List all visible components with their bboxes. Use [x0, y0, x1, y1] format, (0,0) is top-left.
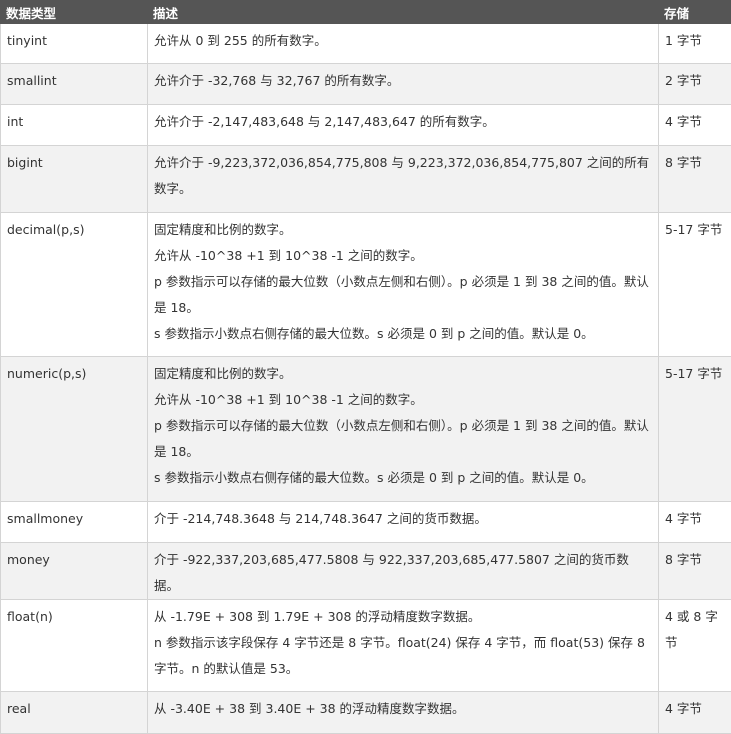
- table-row: bigint 允许介于 -9,223,372,036,854,775,808 与 …: [1, 146, 731, 213]
- storage-cell: 4 字节: [659, 105, 731, 146]
- description-cell: 固定精度和比例的数字。允许从 -10^38 +1 到 10^38 -1 之间的数…: [148, 357, 659, 502]
- description-line: s 参数指示小数点右侧存储的最大位数。s 必须是 0 到 p 之间的值。默认是 …: [154, 465, 653, 491]
- type-cell: int: [1, 105, 148, 146]
- type-cell: tinyint: [1, 24, 148, 64]
- table-row: numeric(p,s) 固定精度和比例的数字。允许从 -10^38 +1 到 1…: [1, 357, 731, 502]
- description-text: 从 -1.79E + 308 到 1.79E + 308 的浮动精度数字数据。n…: [154, 604, 653, 682]
- table-row: money 介于 -922,337,203,685,477.5808 与 922,…: [1, 543, 731, 600]
- type-text: money: [7, 547, 142, 573]
- type-text: smallmoney: [7, 506, 142, 532]
- storage-text: 8 字节: [665, 150, 726, 176]
- description-cell: 从 -1.79E + 308 到 1.79E + 308 的浮动精度数字数据。n…: [148, 600, 659, 692]
- storage-text: 2 字节: [665, 68, 726, 94]
- description-line: 允许介于 -32,768 与 32,767 的所有数字。: [154, 68, 653, 94]
- header-type: 数据类型: [1, 1, 148, 24]
- type-text: smallint: [7, 68, 142, 94]
- description-text: 从 -3.40E + 38 到 3.40E + 38 的浮动精度数字数据。: [154, 696, 653, 722]
- table-row: float(n) 从 -1.79E + 308 到 1.79E + 308 的浮动…: [1, 600, 731, 692]
- description-line: 允许从 -10^38 +1 到 10^38 -1 之间的数字。: [154, 387, 653, 413]
- description-text: 允许介于 -2,147,483,648 与 2,147,483,647 的所有数…: [154, 109, 653, 135]
- description-text: 介于 -214,748.3648 与 214,748.3647 之间的货币数据。: [154, 506, 653, 532]
- storage-cell: 4 字节: [659, 502, 731, 543]
- description-text: 固定精度和比例的数字。允许从 -10^38 +1 到 10^38 -1 之间的数…: [154, 217, 653, 347]
- storage-text: 4 字节: [665, 109, 726, 135]
- storage-text: 4 字节: [665, 696, 726, 722]
- description-cell: 固定精度和比例的数字。允许从 -10^38 +1 到 10^38 -1 之间的数…: [148, 213, 659, 357]
- storage-cell: 2 字节: [659, 64, 731, 105]
- type-cell: numeric(p,s): [1, 357, 148, 502]
- storage-cell: 8 字节: [659, 146, 731, 213]
- table-header-row: 数据类型 描述 存储: [1, 1, 731, 24]
- storage-cell: 5-17 字节: [659, 213, 731, 357]
- storage-text: 4 或 8 字节: [665, 604, 726, 656]
- description-cell: 允许从 0 到 255 的所有数字。: [148, 24, 659, 64]
- storage-cell: 1 字节: [659, 24, 731, 64]
- storage-text: 4 字节: [665, 506, 726, 532]
- description-cell: 介于 -214,748.3648 与 214,748.3647 之间的货币数据。: [148, 502, 659, 543]
- type-text: decimal(p,s): [7, 217, 142, 243]
- description-line: 从 -3.40E + 38 到 3.40E + 38 的浮动精度数字数据。: [154, 696, 653, 722]
- header-storage: 存储: [659, 1, 731, 24]
- storage-text: 8 字节: [665, 547, 726, 573]
- storage-text: 1 字节: [665, 28, 726, 54]
- storage-cell: 4 字节: [659, 692, 731, 734]
- description-line: 允许介于 -9,223,372,036,854,775,808 与 9,223,…: [154, 150, 653, 202]
- description-text: 允许从 0 到 255 的所有数字。: [154, 28, 653, 54]
- description-cell: 允许介于 -9,223,372,036,854,775,808 与 9,223,…: [148, 146, 659, 213]
- description-text: 固定精度和比例的数字。允许从 -10^38 +1 到 10^38 -1 之间的数…: [154, 361, 653, 491]
- description-line: 固定精度和比例的数字。: [154, 361, 653, 387]
- type-cell: bigint: [1, 146, 148, 213]
- description-line: 从 -1.79E + 308 到 1.79E + 308 的浮动精度数字数据。: [154, 604, 653, 630]
- type-cell: float(n): [1, 600, 148, 692]
- storage-text: 5-17 字节: [665, 361, 726, 387]
- type-text: float(n): [7, 604, 142, 630]
- table-row: tinyint 允许从 0 到 255 的所有数字。 1 字节: [1, 24, 731, 64]
- description-text: 允许介于 -9,223,372,036,854,775,808 与 9,223,…: [154, 150, 653, 202]
- type-text: int: [7, 109, 142, 135]
- type-text: numeric(p,s): [7, 361, 142, 387]
- type-cell: decimal(p,s): [1, 213, 148, 357]
- description-line: 允许从 -10^38 +1 到 10^38 -1 之间的数字。: [154, 243, 653, 269]
- table-row: real 从 -3.40E + 38 到 3.40E + 38 的浮动精度数字数据…: [1, 692, 731, 734]
- type-cell: smallint: [1, 64, 148, 105]
- description-text: 允许介于 -32,768 与 32,767 的所有数字。: [154, 68, 653, 94]
- storage-cell: 5-17 字节: [659, 357, 731, 502]
- description-line: 介于 -214,748.3648 与 214,748.3647 之间的货币数据。: [154, 506, 653, 532]
- description-line: 固定精度和比例的数字。: [154, 217, 653, 243]
- storage-cell: 4 或 8 字节: [659, 600, 731, 692]
- type-cell: smallmoney: [1, 502, 148, 543]
- description-line: 介于 -922,337,203,685,477.5808 与 922,337,2…: [154, 547, 653, 599]
- header-description: 描述: [148, 1, 659, 24]
- description-text: 介于 -922,337,203,685,477.5808 与 922,337,2…: [154, 547, 653, 599]
- type-text: real: [7, 696, 142, 722]
- description-cell: 允许介于 -32,768 与 32,767 的所有数字。: [148, 64, 659, 105]
- type-text: tinyint: [7, 28, 142, 54]
- type-cell: real: [1, 692, 148, 734]
- description-line: n 参数指示该字段保存 4 字节还是 8 字节。float(24) 保存 4 字…: [154, 630, 653, 682]
- description-cell: 介于 -922,337,203,685,477.5808 与 922,337,2…: [148, 543, 659, 600]
- table-row: decimal(p,s) 固定精度和比例的数字。允许从 -10^38 +1 到 1…: [1, 213, 731, 357]
- data-types-table: 数据类型 描述 存储 tinyint 允许从 0 到 255 的所有数字。 1 字节…: [0, 0, 731, 734]
- type-cell: money: [1, 543, 148, 600]
- description-line: p 参数指示可以存储的最大位数（小数点左侧和右侧）。p 必须是 1 到 38 之…: [154, 413, 653, 465]
- description-line: p 参数指示可以存储的最大位数（小数点左侧和右侧）。p 必须是 1 到 38 之…: [154, 269, 653, 321]
- storage-text: 5-17 字节: [665, 217, 726, 243]
- table-row: smallmoney 介于 -214,748.3648 与 214,748.364…: [1, 502, 731, 543]
- description-line: 允许从 0 到 255 的所有数字。: [154, 28, 653, 54]
- table-body: tinyint 允许从 0 到 255 的所有数字。 1 字节 smallint 允许介…: [1, 24, 731, 734]
- type-text: bigint: [7, 150, 142, 176]
- storage-cell: 8 字节: [659, 543, 731, 600]
- description-line: 允许介于 -2,147,483,648 与 2,147,483,647 的所有数…: [154, 109, 653, 135]
- description-line: s 参数指示小数点右侧存储的最大位数。s 必须是 0 到 p 之间的值。默认是 …: [154, 321, 653, 347]
- table-row: int 允许介于 -2,147,483,648 与 2,147,483,647 的…: [1, 105, 731, 146]
- description-cell: 从 -3.40E + 38 到 3.40E + 38 的浮动精度数字数据。: [148, 692, 659, 734]
- description-cell: 允许介于 -2,147,483,648 与 2,147,483,647 的所有数…: [148, 105, 659, 146]
- table-row: smallint 允许介于 -32,768 与 32,767 的所有数字。 2 字节: [1, 64, 731, 105]
